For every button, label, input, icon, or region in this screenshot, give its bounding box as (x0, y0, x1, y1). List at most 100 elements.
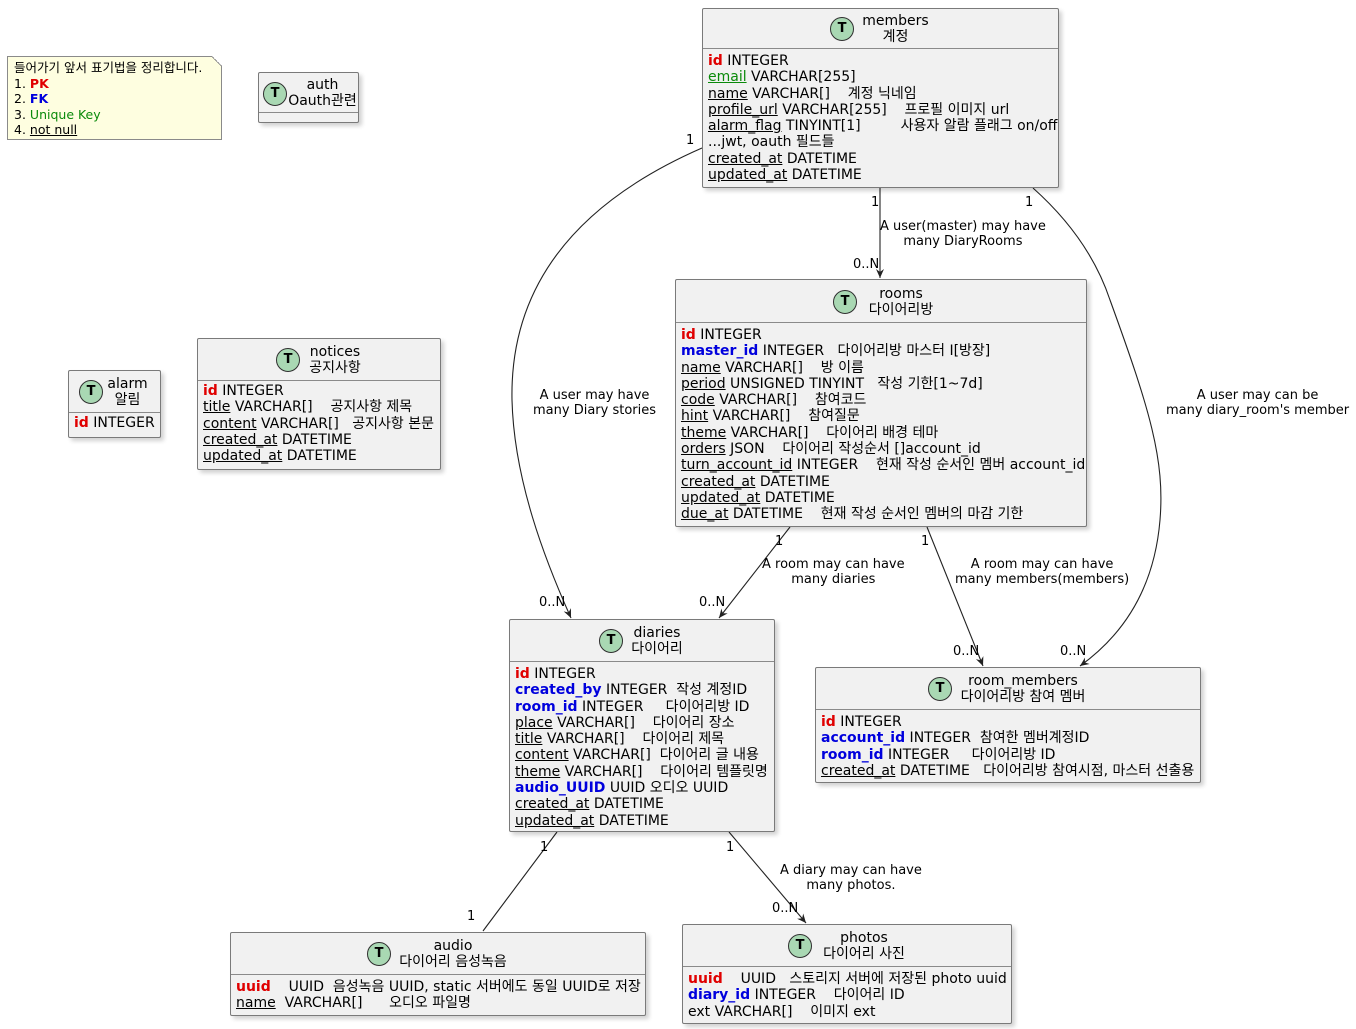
card-members-room-members-from: 1 (1025, 195, 1034, 210)
field-row: created_at DATETIME (203, 432, 435, 448)
entity-fields: uuid UUID 스토리지 서버에 저장된 photo uuid diary_i… (683, 967, 1011, 1023)
table-icon: T (79, 380, 103, 404)
entity-diaries[interactable]: T diaries 다이어리 id INTEGER created_by INTE… (509, 619, 775, 832)
card-rooms-diaries-to: 0..N (699, 595, 726, 610)
field-row: created_at DATETIME (515, 796, 769, 812)
legend-note: 들어가기 앞서 표기법을 정리합니다. 1. PK 2. FK 3. Uniqu… (7, 56, 222, 140)
field-type: INTEGER 다이어리 ID (750, 987, 905, 1004)
field-type: DATETIME 다이어리방 참여시점, 마스터 선출용 (895, 762, 1195, 779)
field-row: uuid UUID 음성녹음 UUID, static 서버에도 동일 UUID… (236, 979, 641, 995)
field-type: INTEGER 다이어리방 ID (577, 698, 750, 715)
field-row: theme VARCHAR[] 다이어리 배경 테마 (681, 425, 1081, 441)
field-row: ...jwt, oauth 필드들 (708, 134, 1053, 150)
table-icon: T (276, 348, 300, 372)
field-type: VARCHAR[] 다이어리 장소 (552, 714, 735, 731)
field-name: content (203, 415, 257, 432)
entity-label: 다이어리 (631, 641, 683, 657)
entity-name: notices (309, 344, 361, 360)
card-rooms-room-members-from: 1 (921, 534, 930, 549)
entity-fields: id INTEGER account_id INTEGER 참여한 멤버계정ID r… (816, 710, 1200, 782)
field-row: title VARCHAR[] 공지사항 제목 (203, 399, 435, 415)
field-row: turn_account_id INTEGER 현재 작성 순서인 멤버 acc… (681, 457, 1085, 473)
field-name: updated_at (515, 812, 595, 829)
entity-room-members[interactable]: T room_members 다이어리방 참여 멤버 id INTEGER acc… (815, 667, 1201, 783)
field-type: VARCHAR[] 다이어리 제목 (542, 731, 725, 748)
entity-fields: id INTEGER created_by INTEGER 작성 계정ID room… (510, 662, 774, 832)
field-name: master_id (681, 343, 759, 360)
field-type: INTEGER 현재 작성 순서인 멤버 account_id (792, 457, 1086, 474)
field-row: hint VARCHAR[] 참여질문 (681, 408, 1081, 424)
entity-audio[interactable]: T audio 다이어리 음성녹음 uuid UUID 음성녹음 UUID, s… (230, 932, 646, 1016)
entity-name: room_members (968, 673, 1078, 689)
field-row: room_id INTEGER 다이어리방 ID (821, 747, 1195, 763)
field-name: updated_at (681, 489, 761, 506)
field-row: code VARCHAR[] 참여코드 (681, 392, 1081, 408)
entity-label: 계정 (882, 29, 909, 45)
field-row: uuid UUID 스토리지 서버에 저장된 photo uuid (688, 971, 1007, 987)
entity-label: 다이어리 사진 (823, 946, 905, 962)
field-name: id (681, 327, 696, 343)
field-name: orders (681, 441, 726, 458)
entity-notices[interactable]: T notices 공지사항 id INTEGER title VARCHAR[]… (197, 338, 441, 470)
card-members-rooms-to: 0..N (853, 257, 880, 272)
field-name: id (821, 714, 836, 730)
field-type: VARCHAR[] 방 이름 (720, 359, 864, 376)
field-row: name VARCHAR[] 방 이름 (681, 360, 1081, 376)
entity-name: diaries (633, 625, 681, 641)
field-type: VARCHAR[255] 프로필 이미지 url (777, 101, 1010, 118)
field-row: theme VARCHAR[] 다이어리 템플릿명 (515, 764, 769, 780)
field-type: UUID 음성녹음 UUID, static 서버에도 동일 UUID로 저장 (270, 979, 641, 995)
field-row: title VARCHAR[] 다이어리 제목 (515, 731, 769, 747)
field-type: ext VARCHAR[] 이미지 ext (688, 1003, 876, 1020)
field-row: id INTEGER (681, 327, 1081, 343)
field-type: INTEGER (88, 415, 155, 431)
field-type: INTEGER 작성 계정ID (601, 682, 748, 699)
field-name: created_at (681, 473, 756, 490)
field-row: orders JSON 다이어리 작성순서 []account_id (681, 441, 1081, 457)
table-icon: T (928, 677, 952, 701)
entity-members[interactable]: T members 계정 id INTEGER email VARCHAR[255… (702, 8, 1059, 188)
note-title: 들어가기 앞서 표기법을 정리합니다. (14, 60, 203, 75)
field-row: place VARCHAR[] 다이어리 장소 (515, 715, 769, 731)
note-item-pk: 1. PK (14, 75, 49, 91)
field-row: created_by INTEGER 작성 계정ID (515, 682, 769, 698)
table-icon: T (599, 629, 623, 653)
relation-label-members-rooms: A user(master) may have many DiaryRooms (880, 219, 1046, 249)
field-row: updated_at DATETIME (708, 167, 1053, 183)
entity-rooms[interactable]: T rooms 다이어리방 id INTEGER master_id INTEGE… (675, 279, 1087, 527)
field-type: INTEGER 참여한 멤버계정ID (905, 730, 1090, 747)
entity-label: 공지사항 (309, 360, 361, 376)
field-row: audio_UUID UUID 오디오 UUID (515, 780, 769, 796)
field-type: VARCHAR[] 공지사항 본문 (256, 415, 434, 432)
field-row: id INTEGER (74, 415, 155, 431)
field-type: DATETIME (277, 431, 352, 448)
entity-alarm[interactable]: T alarm 알림 id INTEGER (68, 370, 161, 438)
entity-auth[interactable]: T auth Oauth관련 (258, 72, 359, 123)
entity-label: 다이어리방 참여 멤버 (960, 689, 1086, 705)
field-row: updated_at DATETIME (681, 490, 1081, 506)
field-name: content (515, 747, 569, 764)
field-name: profile_url (708, 101, 778, 118)
field-type: VARCHAR[] 참여질문 (708, 408, 860, 425)
field-row: period UNSIGNED TINYINT 작성 기한[1~7d] (681, 376, 1081, 392)
entity-label: 다이어리방 (868, 302, 934, 318)
field-name: id (203, 383, 218, 399)
field-type: INTEGER (835, 714, 902, 730)
field-name: id (515, 666, 530, 682)
field-row: email VARCHAR[255] (708, 69, 1053, 85)
field-name: diary_id (688, 987, 751, 1004)
field-type: DATETIME (787, 167, 862, 184)
field-name: title (203, 399, 231, 416)
field-row: diary_id INTEGER 다이어리 ID (688, 987, 1006, 1003)
field-row: name VARCHAR[] 계정 닉네임 (708, 86, 1053, 102)
entity-photos[interactable]: T photos 다이어리 사진 uuid UUID 스토리지 서버에 저장된 … (682, 924, 1012, 1024)
field-name: created_by (515, 682, 602, 699)
field-type: DATETIME 현재 작성 순서인 멤버의 마감 기한 (728, 506, 1024, 523)
table-icon: T (830, 17, 854, 41)
field-name: theme (515, 763, 561, 780)
card-members-room-members-to: 0..N (1060, 644, 1087, 659)
field-name: theme (681, 424, 727, 441)
relation-label-rooms-diaries: A room may can have many diaries (762, 557, 905, 587)
field-type: INTEGER 다이어리방 마스터 I[방장] (758, 343, 991, 360)
edge-members-diaries (511, 147, 703, 619)
